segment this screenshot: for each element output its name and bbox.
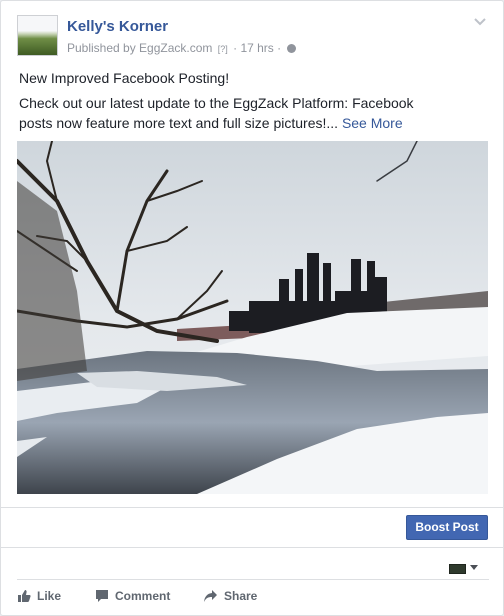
share-label: Share [224, 589, 258, 603]
caret-down-icon [470, 565, 478, 570]
meta-separator-2: · [277, 41, 282, 55]
post-header: Kelly's Korner Published by EggZack.com … [17, 15, 489, 59]
page-thumbnail [449, 564, 466, 574]
post-body: Check out our latest update to the EggZa… [19, 93, 439, 133]
page-avatar[interactable] [17, 15, 58, 56]
comment-icon [96, 590, 108, 602]
page-name-link[interactable]: Kelly's Korner [67, 18, 168, 35]
help-marker[interactable]: [?] [218, 44, 228, 54]
divider [17, 579, 489, 580]
boost-post-button[interactable]: Boost Post [406, 515, 488, 540]
like-label: Like [37, 589, 62, 603]
share-icon [204, 590, 217, 602]
see-more-link[interactable]: See More [342, 115, 403, 131]
post-time[interactable]: 17 hrs [240, 41, 273, 55]
comment-label: Comment [115, 589, 171, 603]
post-headline: New Improved Facebook Posting! [19, 70, 230, 86]
published-by-link[interactable]: Published by EggZack.com [67, 41, 212, 55]
like-button[interactable]: Like [17, 586, 61, 606]
globe-icon [286, 44, 296, 53]
share-button[interactable]: Share [203, 586, 257, 606]
divider [1, 547, 503, 548]
page-selector[interactable] [449, 562, 481, 576]
post-card: Kelly's Korner Published by EggZack.com … [0, 0, 504, 616]
post-photo[interactable] [17, 141, 488, 494]
chevron-down-icon[interactable] [473, 17, 487, 27]
post-actions: Like Comment Share [17, 586, 489, 606]
meta-separator: · [233, 41, 238, 55]
post-meta: Published by EggZack.com [?] · 17 hrs · [67, 41, 296, 55]
comment-button[interactable]: Comment [95, 586, 170, 606]
thumbs-up-icon [18, 590, 31, 602]
divider [1, 507, 503, 508]
